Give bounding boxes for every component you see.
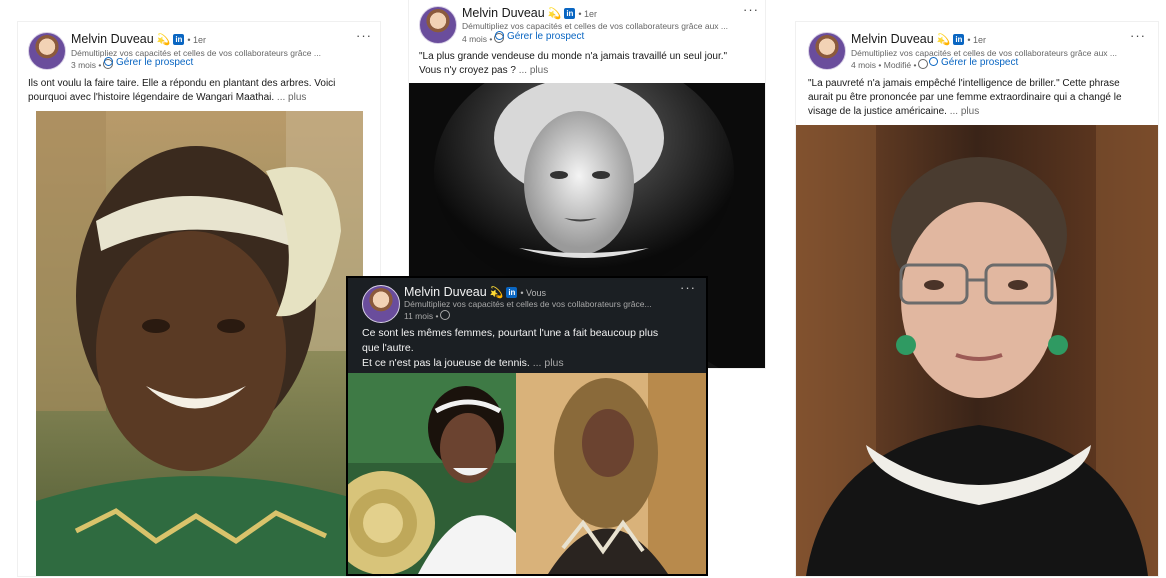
manage-prospect-label: Gérer le prospect	[941, 57, 1019, 68]
globe-icon	[440, 310, 451, 320]
post-age: 4 mois • Modifié •	[851, 60, 917, 70]
connection-degree: • 1er	[967, 35, 987, 45]
sparkle-emoji: 💫	[156, 34, 171, 46]
post-image-ruth-bader-ginsburg[interactable]	[796, 125, 1158, 576]
post-body-line1: Ce sont les mêmes femmes, pourtant l'une…	[362, 327, 659, 354]
more-options-icon[interactable]: ···	[680, 280, 696, 295]
post-body-line1: "La plus grande vendeuse du monde n'a ja…	[419, 51, 728, 62]
linkedin-icon: in	[173, 34, 185, 45]
author-avatar[interactable]	[362, 285, 400, 323]
post-card-tennis: Melvin Duveau 💫 in • Vous Démultipliez vos …	[348, 278, 706, 574]
globe-icon	[918, 59, 929, 69]
more-options-icon[interactable]: ···	[356, 28, 372, 43]
post-meta: 11 mois •	[404, 310, 451, 321]
see-more-link[interactable]: ... plus	[533, 357, 564, 369]
see-more-link[interactable]: ... plus	[950, 106, 979, 117]
portrait-illustration	[36, 111, 363, 576]
post-meta: 4 mois • Modifié •	[851, 59, 929, 70]
post-image-wangari-maathai[interactable]	[36, 111, 363, 576]
sparkle-emoji: 💫	[936, 34, 951, 46]
manage-prospect-label: Gérer le prospect	[507, 31, 585, 42]
more-options-icon[interactable]: ···	[743, 2, 759, 17]
post-card-rbg: Melvin Duveau 💫 in • 1er Démultipliez vos c…	[796, 22, 1158, 576]
manage-prospect-label: Gérer le prospect	[116, 57, 194, 68]
author-name[interactable]: Melvin Duveau	[462, 6, 545, 20]
post-text: "La plus grande vendeuse du monde n'a ja…	[419, 50, 755, 78]
see-more-link[interactable]: ... plus	[519, 65, 548, 76]
post-image-tennis-collage[interactable]	[348, 373, 706, 574]
linkedin-icon: in	[506, 287, 518, 298]
prospect-icon	[495, 31, 504, 40]
author-name[interactable]: Melvin Duveau	[404, 285, 487, 299]
manage-prospect-link[interactable]: Gérer le prospect	[929, 57, 1018, 68]
post-text: Ce sont les mêmes femmes, pourtant l'une…	[362, 326, 662, 371]
linkedin-icon: in	[953, 34, 965, 45]
post-age: 4 mois •	[462, 34, 493, 44]
author-headline: Démultipliez vos capacités et celles de …	[404, 299, 652, 309]
post-text: Ils ont voulu la faire taire. Elle a rép…	[28, 77, 340, 105]
prospect-icon	[929, 57, 938, 66]
author-name-row: Melvin Duveau 💫 in • 1er	[71, 32, 206, 46]
manage-prospect-link[interactable]: Gérer le prospect	[104, 57, 193, 68]
author-headline: Démultipliez vos capacités et celles de …	[462, 21, 728, 31]
author-name[interactable]: Melvin Duveau	[71, 32, 154, 46]
see-more-link[interactable]: ... plus	[277, 92, 306, 103]
collage-illustration	[348, 373, 706, 574]
post-body-line2: Et ce n'est pas la joueuse de tennis.	[362, 357, 530, 369]
connection-degree: • Vous	[520, 288, 547, 298]
connection-degree: • 1er	[578, 9, 598, 19]
manage-prospect-link[interactable]: Gérer le prospect	[495, 31, 584, 42]
post-age: 3 mois •	[71, 60, 102, 70]
connection-degree: • 1er	[187, 35, 207, 45]
more-options-icon[interactable]: ···	[1130, 28, 1146, 43]
post-age: 11 mois •	[404, 311, 439, 321]
author-avatar[interactable]	[419, 6, 457, 44]
post-text: "La pauvreté n'a jamais empêché l'intell…	[808, 77, 1144, 119]
author-name-row: Melvin Duveau 💫 in • 1er	[462, 6, 597, 20]
author-avatar[interactable]	[808, 32, 846, 70]
author-name-row: Melvin Duveau 💫 in • Vous	[404, 285, 546, 299]
author-avatar[interactable]	[28, 32, 66, 70]
post-card-wangari: Melvin Duveau 💫 in • 1er Démultipliez vos c…	[18, 22, 380, 576]
post-body-line2: Vous n'y croyez pas ?	[419, 65, 516, 76]
sparkle-emoji: 💫	[547, 8, 562, 20]
portrait-illustration	[796, 125, 1158, 576]
prospect-icon	[104, 57, 113, 66]
sparkle-emoji: 💫	[489, 287, 504, 299]
author-name-row: Melvin Duveau 💫 in • 1er	[851, 32, 986, 46]
author-name[interactable]: Melvin Duveau	[851, 32, 934, 46]
linkedin-icon: in	[564, 8, 576, 19]
